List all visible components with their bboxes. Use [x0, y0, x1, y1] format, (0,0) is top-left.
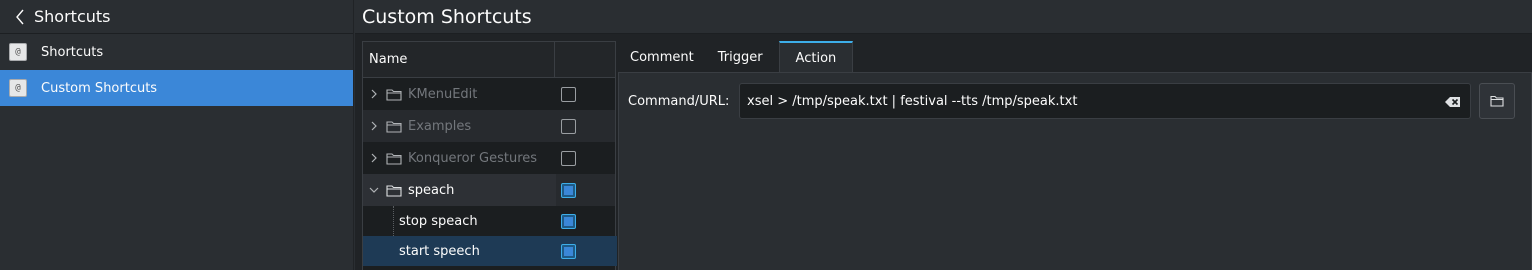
enabled-checkbox[interactable] — [561, 86, 576, 102]
sidebar-item-custom-shortcuts[interactable]: @ Custom Shortcuts — [0, 70, 353, 106]
column-header-name[interactable]: Name — [363, 42, 555, 77]
folder-icon — [386, 184, 402, 197]
sidebar: Shortcuts @ Shortcuts @ Custom Shortcuts — [0, 0, 354, 270]
tree-row-name: start speech — [363, 236, 617, 266]
sidebar-item-label: Shortcuts — [41, 44, 104, 60]
tree-row-stop-speach[interactable]: stop speach — [363, 206, 615, 236]
tree-row-label: stop speach — [399, 213, 478, 229]
main-content: Custom Shortcuts Name KMenuEdit Examples… — [355, 0, 1532, 270]
folder-icon — [386, 88, 402, 101]
command-url-label: Command/URL: — [628, 94, 730, 109]
tree-row-examples[interactable]: Examples — [363, 110, 615, 142]
enabled-checkbox[interactable] — [561, 213, 576, 229]
tree-row-name: Examples — [363, 110, 556, 142]
tree-row-speach[interactable]: speach — [363, 174, 615, 206]
tab-bar: Comment Trigger Action — [618, 41, 854, 73]
custom-shortcuts-icon: @ — [9, 79, 27, 97]
folder-icon — [386, 152, 402, 165]
folder-open-icon — [1490, 95, 1504, 107]
sidebar-item-shortcuts[interactable]: @ Shortcuts — [0, 34, 353, 70]
chevron-left-icon — [16, 9, 24, 24]
enabled-checkbox[interactable] — [561, 150, 576, 166]
action-panel: Command/URL: xsel > /tmp/speak.txt | fes… — [618, 72, 1532, 270]
tree-row-name: Konqueror Gestures — [363, 142, 556, 174]
tree-row-label: Examples — [408, 118, 472, 134]
tree-row-label: Konqueror Gestures — [408, 150, 538, 166]
main-header: Custom Shortcuts — [355, 0, 1532, 34]
tree-row-label: speach — [408, 182, 455, 198]
window: Shortcuts @ Shortcuts @ Custom Shortcuts… — [0, 0, 1532, 270]
shortcut-tree[interactable]: Name KMenuEdit Examples Konqueror Gestur… — [362, 41, 617, 270]
tree-header: Name — [363, 42, 615, 78]
tab-comment[interactable]: Comment — [618, 41, 706, 73]
sidebar-item-label: Custom Shortcuts — [41, 80, 158, 96]
clear-text-icon[interactable] — [1444, 93, 1462, 111]
shortcuts-icon: @ — [9, 43, 27, 61]
enabled-checkbox[interactable] — [561, 118, 576, 134]
chevron-down-icon[interactable] — [365, 186, 383, 194]
tree-row-start-speech[interactable]: start speech — [363, 236, 617, 266]
tree-row-label: KMenuEdit — [408, 86, 478, 102]
chevron-right-icon[interactable] — [365, 153, 383, 163]
command-url-value: xsel > /tmp/speak.txt | festival --tts /… — [747, 93, 1078, 109]
tree-row-name: KMenuEdit — [363, 78, 556, 110]
browse-button[interactable] — [1479, 83, 1515, 119]
column-header-enabled[interactable] — [555, 42, 615, 77]
tab-action[interactable]: Action — [778, 41, 854, 73]
chevron-right-icon[interactable] — [365, 89, 383, 99]
chevron-right-icon[interactable] — [365, 121, 383, 131]
enabled-checkbox[interactable] — [561, 243, 576, 259]
tree-row-name: speach — [363, 174, 556, 206]
sidebar-header: Shortcuts — [0, 0, 353, 34]
command-url-input[interactable]: xsel > /tmp/speak.txt | festival --tts /… — [739, 83, 1471, 119]
sidebar-title: Shortcuts — [34, 7, 111, 26]
back-button[interactable] — [12, 8, 28, 26]
page-title: Custom Shortcuts — [362, 5, 532, 28]
folder-icon — [386, 120, 402, 133]
tree-row-label: start speech — [399, 243, 480, 259]
tree-row-name: stop speach — [363, 206, 556, 236]
tab-trigger[interactable]: Trigger — [706, 41, 775, 73]
tree-row-konqueror-gestures[interactable]: Konqueror Gestures — [363, 142, 615, 174]
tree-row-kmenuedit[interactable]: KMenuEdit — [363, 78, 615, 110]
enabled-checkbox[interactable] — [561, 182, 576, 198]
